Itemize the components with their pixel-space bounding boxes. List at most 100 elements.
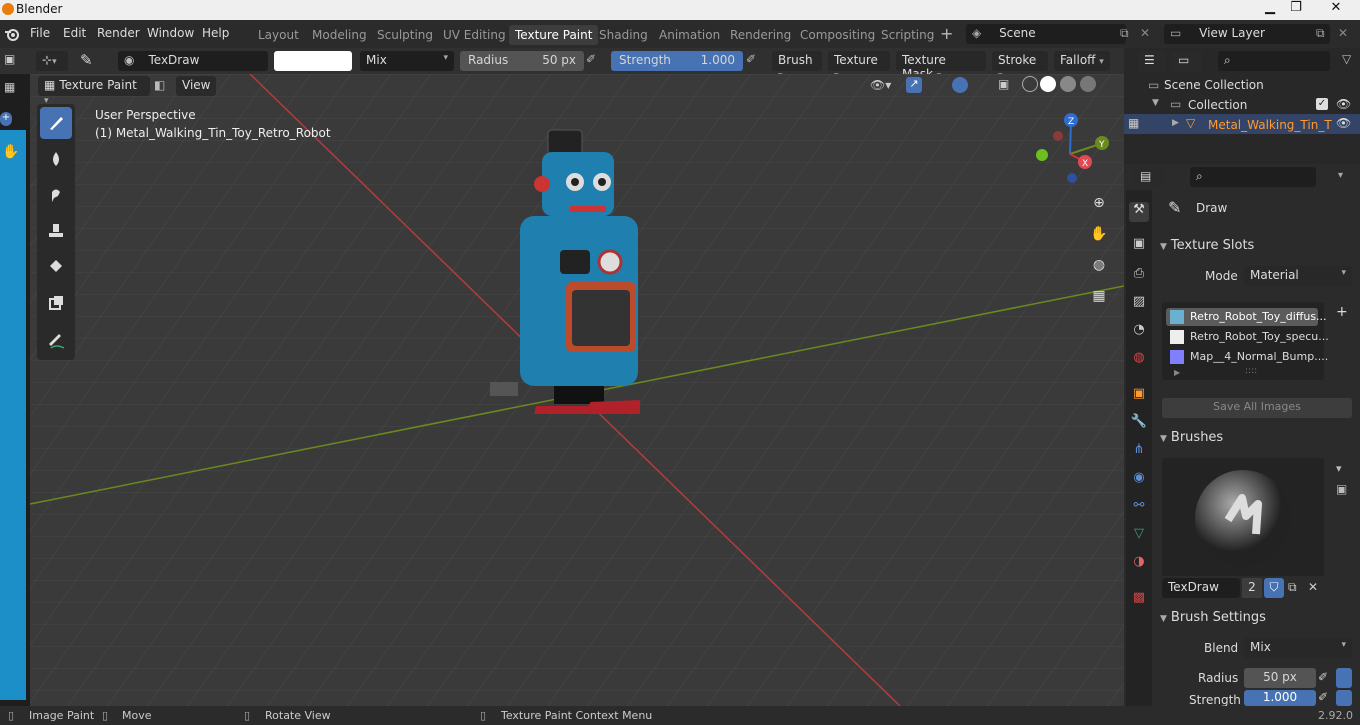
zoom-icon[interactable]: ⊕ [1086,190,1112,216]
delete-scene-icon[interactable]: ✕ [1140,26,1150,40]
texture-slot-normal[interactable]: Map__4_Normal_Bump.... [1166,348,1328,366]
collection-checkbox[interactable]: ✓ [1316,98,1328,110]
menu-file[interactable]: File [30,26,50,40]
overlay-toggle-icon[interactable] [952,77,968,93]
minimize-button[interactable]: ▁ [1258,0,1282,20]
data-tab-icon[interactable]: ▽ [1129,526,1149,546]
menu-window[interactable]: Window [147,26,194,40]
strength-pressure-icon[interactable]: ✐ [746,52,756,66]
texture-menu[interactable]: Texture ▾ [828,51,890,81]
material-tab-icon[interactable]: ◑ [1129,554,1149,574]
wireframe-shading-icon[interactable] [1022,76,1038,92]
maximize-button[interactable]: ❐ [1284,0,1308,20]
duplicate-brush-icon[interactable]: ⧉ [1288,580,1297,595]
collection-eye-icon[interactable]: 👁 [1336,97,1351,111]
object-tab-icon[interactable]: ▣ [1129,386,1149,406]
delete-view-layer-icon[interactable]: ✕ [1338,26,1348,40]
menu-render[interactable]: Render [97,26,140,40]
menu-edit[interactable]: Edit [63,26,86,40]
modifier-tab-icon[interactable]: 🔧 [1129,414,1149,434]
xray-icon[interactable]: ▣ [998,77,1009,91]
robot-model[interactable] [490,124,640,414]
view-menu[interactable]: View [176,76,216,96]
brush-name-field-props[interactable]: TexDraw [1162,578,1240,598]
blend-dropdown[interactable]: Mix ▾ [360,51,454,71]
props-radius-pressure-icon[interactable]: ✐ [1318,670,1328,684]
object-label[interactable]: Metal_Walking_Tin_T [1208,118,1332,132]
tab-shading[interactable]: Shading [599,28,648,42]
world-tab-icon[interactable]: ◍ [1129,350,1149,370]
rendered-shading-icon[interactable] [1080,76,1096,92]
pan-hand-icon[interactable]: ✋ [2,144,19,160]
scene-selector[interactable]: ◈ Scene [966,24,1126,44]
editor-grid-icon[interactable]: ▦ [4,80,15,94]
texture-slot-specular[interactable]: Retro_Robot_Toy_specu... [1166,328,1329,346]
brush-menu[interactable]: Brush ▾ [772,51,822,81]
color-swatch[interactable] [274,51,352,71]
navigation-gizmo[interactable]: Z Y X [1030,110,1110,190]
scene-tab-icon[interactable]: ◔ [1129,322,1149,342]
blender-menu-icon[interactable] [4,26,20,42]
properties-editor-type[interactable]: ▤ [1134,167,1164,187]
material-shading-icon[interactable] [1060,76,1076,92]
radius-slider[interactable]: Radius 50 px [460,51,584,71]
props-radius-slider[interactable]: 50 px [1244,668,1316,688]
editor-type-icon[interactable]: ▣ [4,52,15,66]
tab-scripting[interactable]: Scripting [881,28,934,42]
list-resize-handle[interactable]: :::: [1245,366,1257,376]
outliner-editor-type[interactable]: ☰ [1138,51,1166,71]
mode-selector[interactable]: ▦ Texture Paint ▾ [38,76,150,106]
brush-name-field[interactable]: ◉ TexDraw [118,51,268,71]
radius-unit-toggle[interactable] [1336,668,1352,688]
smear-tool-button[interactable] [40,179,72,211]
clone-tool-button[interactable] [40,215,72,247]
tab-texture-paint[interactable]: Texture Paint [509,25,599,45]
draw-tool-button[interactable] [40,107,72,139]
particles-tab-icon[interactable]: ⋔ [1129,442,1149,462]
pan-icon[interactable]: ✋ [1086,221,1112,247]
object-eye-icon[interactable]: 👁 [1336,116,1351,130]
tab-modeling[interactable]: Modeling [312,28,367,42]
outliner-display-mode[interactable]: ▭ [1172,51,1202,71]
brush-settings-panel-header[interactable]: ▼ Brush Settings [1154,610,1360,632]
texture-mask-menu[interactable]: Texture Mask ▾ [896,51,986,81]
texture-tab-icon[interactable]: ▩ [1129,590,1149,610]
constraints-tab-icon[interactable]: ⚯ [1129,498,1149,518]
copy-view-layer-icon[interactable]: ⧉ [1316,26,1325,41]
view-layer-tab-icon[interactable]: ▨ [1129,294,1149,314]
perspective-toggle-icon[interactable]: ▦ [1086,283,1112,309]
brush-preview[interactable] [1162,458,1324,576]
tab-animation[interactable]: Animation [659,28,720,42]
soften-tool-button[interactable] [40,143,72,175]
texture-slot-diffuse[interactable]: Retro_Robot_Toy_diffus... [1166,308,1327,326]
object-expand-icon[interactable]: ▶ [1172,118,1179,128]
strength-slider[interactable]: Strength 1.000 [611,51,743,71]
camera-icon[interactable]: ◍ [1086,252,1112,278]
save-all-images-button[interactable]: Save All Images [1162,398,1352,418]
view-layer-selector[interactable]: ▭ View Layer [1164,24,1330,44]
scene-collection-label[interactable]: Scene Collection [1164,78,1264,92]
annotate-tool-button[interactable] [40,325,72,357]
3d-viewport[interactable]: ▦ Texture Paint ▾ ◧ View 👁▾ ↗ ▣ User Pers… [30,74,1124,706]
mask-toggle-icon[interactable]: ◧ [154,78,165,92]
falloff-menu[interactable]: Falloff ▾ [1054,51,1110,71]
solid-shading-icon[interactable] [1040,76,1056,92]
texture-slots-panel-header[interactable]: ▼ Texture Slots [1154,238,1360,260]
stroke-menu[interactable]: Stroke ▾ [992,51,1048,81]
brush-browse-icon[interactable]: ▾ [1336,462,1342,475]
brushes-panel-header[interactable]: ▼ Brushes [1154,430,1360,452]
tool-selector[interactable]: ⊹▾ [36,51,68,71]
properties-options-icon[interactable]: ▾ [1338,170,1343,181]
fill-tool-button[interactable] [40,251,72,283]
properties-search-input[interactable]: ⌕ [1190,167,1316,187]
fake-user-icon[interactable]: ⛉ [1264,578,1284,598]
tool-tab-icon[interactable]: ⚒ [1129,202,1149,222]
radius-pressure-icon[interactable]: ✐ [586,52,596,66]
list-expand-icon[interactable]: ▶ [1174,368,1180,377]
add-icon[interactable]: + [0,112,12,126]
outliner-search-input[interactable]: ⌕ [1218,51,1330,71]
filter-icon[interactable]: ▽ [1342,52,1351,66]
props-strength-pressure-icon[interactable]: ✐ [1318,690,1328,704]
menu-help[interactable]: Help [202,26,229,40]
tab-sculpting[interactable]: Sculpting [377,28,433,42]
